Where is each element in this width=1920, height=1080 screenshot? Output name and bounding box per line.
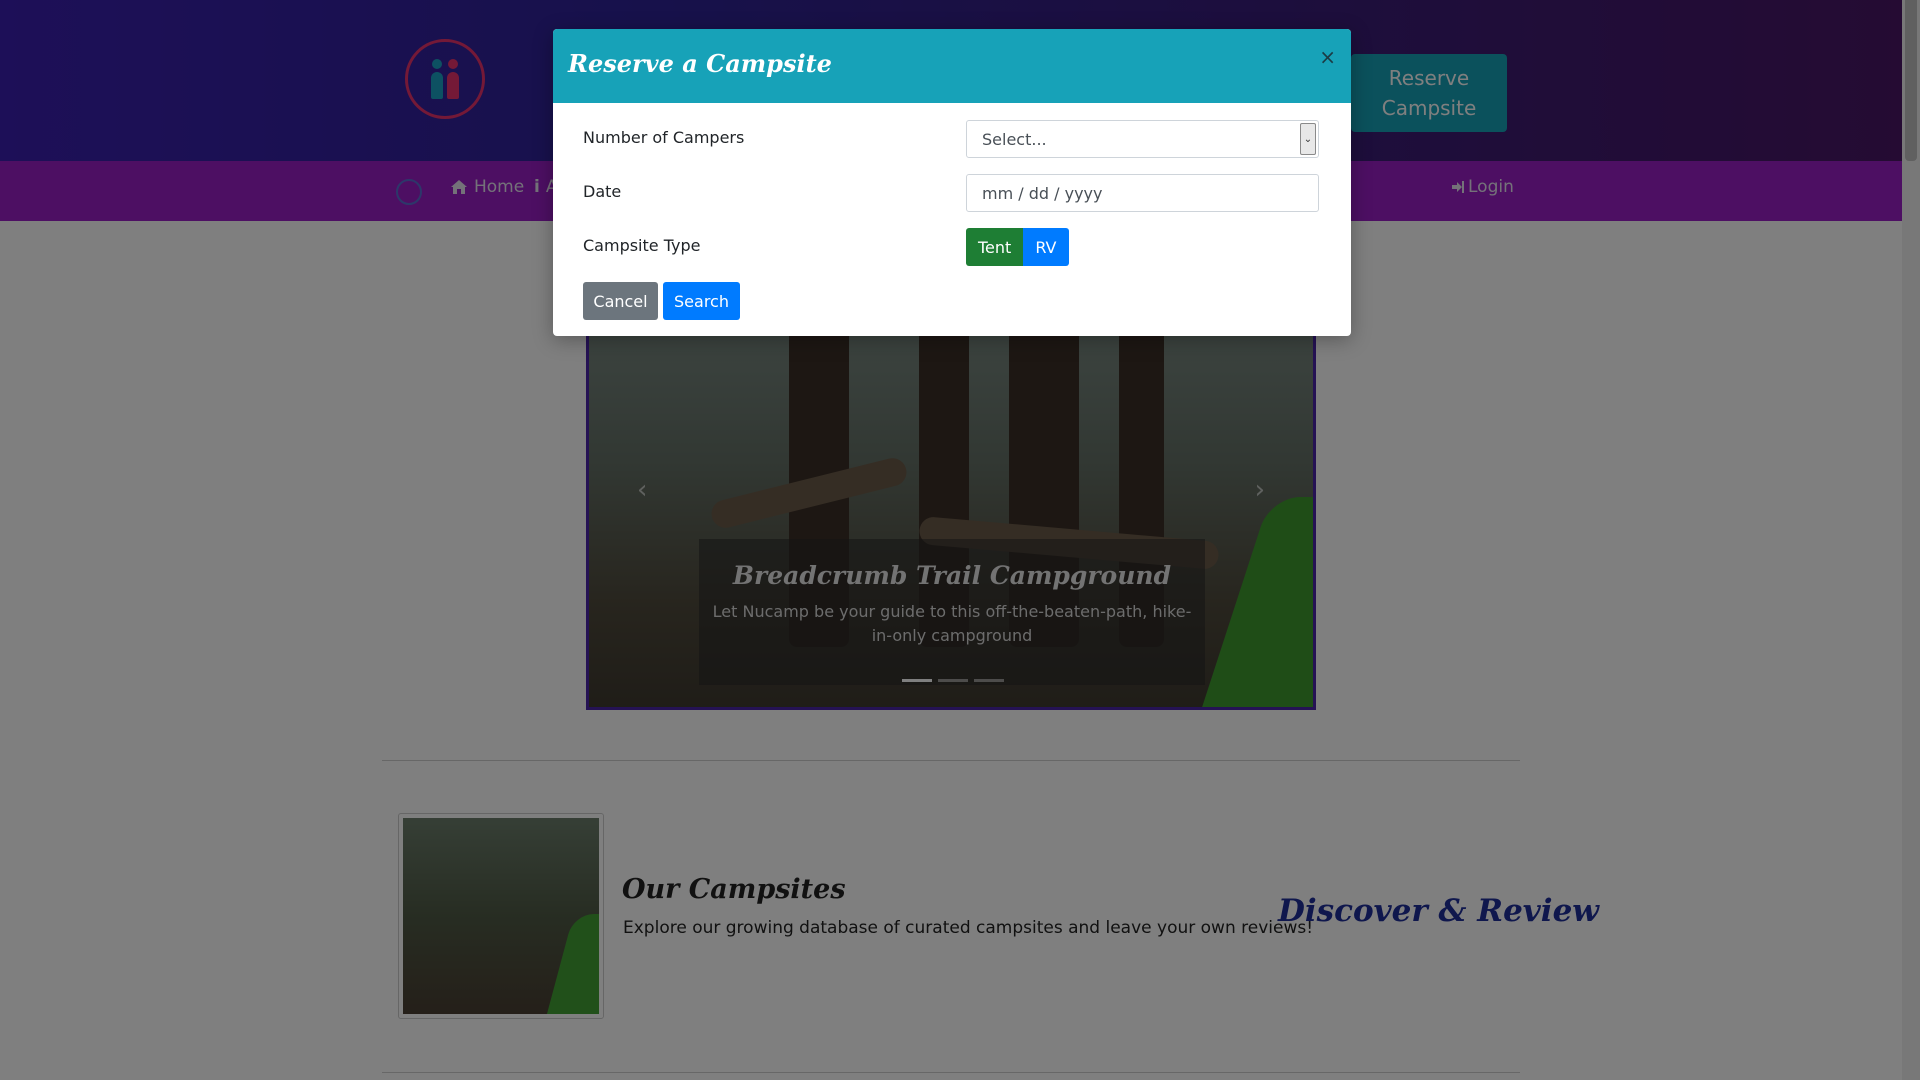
search-button[interactable]: Search xyxy=(663,282,740,320)
campers-select-value: Select... xyxy=(982,130,1047,149)
chevron-down-icon: ⌄ xyxy=(1300,123,1316,155)
campers-select[interactable]: Select... ⌄ xyxy=(966,120,1319,158)
campers-label: Number of Campers xyxy=(583,128,745,147)
campers-row: Number of Campers Select... ⌄ xyxy=(583,120,1321,158)
campsite-type-toggle: Tent RV xyxy=(966,228,1069,266)
reserve-campsite-modal: Reserve a Campsite × Number of Campers S… xyxy=(553,29,1351,336)
campsite-type-label: Campsite Type xyxy=(583,236,701,255)
modal-header: Reserve a Campsite × xyxy=(553,29,1351,103)
date-row: Date mm / dd / yyyy xyxy=(583,174,1321,212)
date-placeholder: mm / dd / yyyy xyxy=(982,183,1103,203)
date-label: Date xyxy=(583,182,622,201)
campsite-type-row: Campsite Type Tent RV xyxy=(583,228,1321,266)
cancel-button[interactable]: Cancel xyxy=(583,282,658,320)
rv-button[interactable]: RV xyxy=(1023,228,1069,266)
tent-button[interactable]: Tent xyxy=(966,228,1024,266)
modal-title: Reserve a Campsite xyxy=(568,49,832,78)
close-icon[interactable]: × xyxy=(1319,45,1336,69)
date-field[interactable]: mm / dd / yyyy xyxy=(966,174,1319,212)
